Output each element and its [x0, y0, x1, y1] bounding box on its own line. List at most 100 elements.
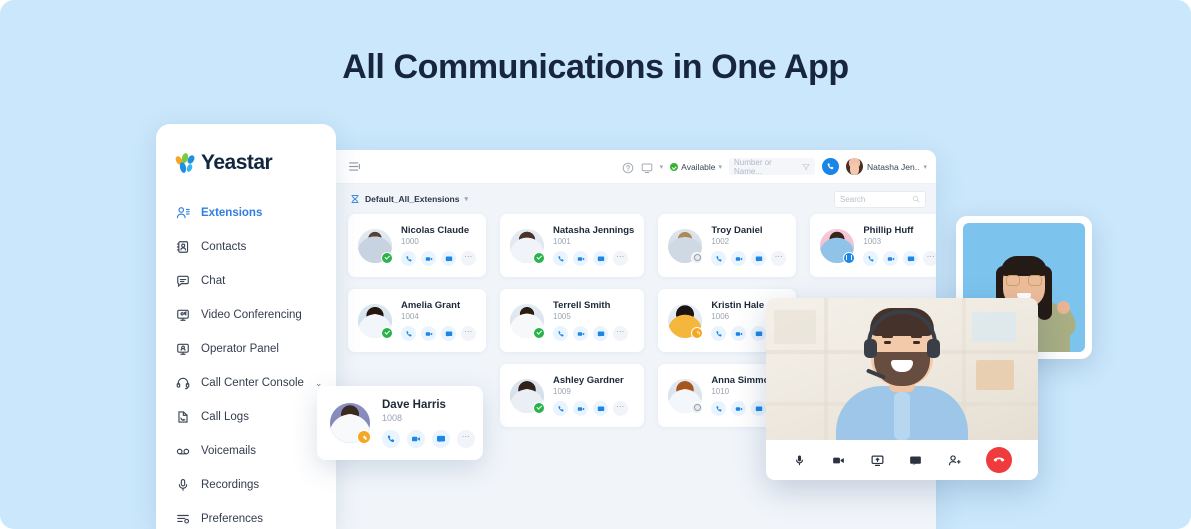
video-button[interactable]: [883, 251, 899, 266]
contact-extension: 1002: [711, 237, 730, 246]
table-row[interactable]: Ashley Gardner 1009 ⋯: [500, 364, 645, 427]
sidebar-item-label: Video Conferencing: [201, 309, 302, 321]
table-row[interactable]: Phillip Huff 1003 ⋯: [810, 214, 936, 277]
call-button[interactable]: [382, 429, 400, 448]
avatar: [330, 403, 371, 444]
toggle-camera-button[interactable]: [831, 453, 846, 468]
floating-contact-card[interactable]: Dave Harris 1008 ⋯: [317, 386, 483, 460]
call-button[interactable]: [863, 251, 879, 266]
video-call-window: [766, 298, 1038, 480]
search-input[interactable]: Number or Name...: [729, 158, 816, 176]
end-call-button[interactable]: [986, 447, 1013, 473]
filter-icon[interactable]: [801, 163, 811, 171]
monitor-icon[interactable]: [641, 161, 653, 173]
more-button[interactable]: ⋯: [613, 251, 628, 266]
contact-extension: 1005: [553, 312, 571, 321]
video-button[interactable]: [731, 401, 747, 416]
sidebar-item-operator-panel[interactable]: Operator Panel: [156, 332, 336, 366]
hamburger-icon[interactable]: [348, 160, 361, 173]
table-row[interactable]: Nicolas Claude 1000 ⋯: [348, 214, 486, 277]
status-badge: [843, 251, 856, 264]
avatar: [358, 228, 393, 264]
video-button[interactable]: [573, 251, 588, 266]
contacts-icon: [176, 240, 190, 254]
chat-button[interactable]: [751, 326, 767, 341]
sidebar-item-chat[interactable]: Chat: [156, 264, 336, 298]
avatar: [510, 378, 545, 414]
more-button[interactable]: ⋯: [613, 326, 628, 341]
contact-extension: 1000: [401, 237, 419, 246]
call-button[interactable]: [553, 326, 568, 341]
call-button[interactable]: [553, 401, 568, 416]
extension-group-label: Default_All_Extensions: [365, 194, 460, 204]
user-menu[interactable]: Natasha Jen.. ▾: [846, 158, 927, 175]
chat-button[interactable]: [441, 251, 456, 266]
table-row[interactable]: Troy Daniel 1002 ⋯: [658, 214, 797, 277]
chevron-down-icon: ▾: [464, 196, 468, 203]
chat-button[interactable]: [441, 326, 456, 341]
contact-name: Terrell Smith: [553, 300, 611, 311]
status-selector[interactable]: Available ▾: [670, 162, 722, 172]
video-conferencing-icon: [176, 308, 190, 322]
sidebar-item-voicemails[interactable]: Voicemails: [156, 434, 336, 468]
headset-icon: [176, 376, 190, 390]
sidebar-item-contacts[interactable]: Contacts: [156, 230, 336, 264]
chat-button[interactable]: [751, 251, 767, 266]
help-circle-icon[interactable]: [622, 161, 634, 173]
more-button[interactable]: ⋯: [461, 251, 476, 266]
chevron-down-icon[interactable]: ▾: [660, 163, 664, 171]
sidebar-item-extensions[interactable]: Extensions: [156, 196, 336, 230]
call-button[interactable]: [401, 326, 416, 341]
contact-actions: ⋯: [711, 251, 787, 266]
video-button[interactable]: [731, 251, 747, 266]
contact-name: Troy Daniel: [711, 225, 763, 236]
sidebar-item-video-conferencing[interactable]: Video Conferencing: [156, 298, 336, 332]
call-button[interactable]: [711, 401, 727, 416]
more-button[interactable]: ⋯: [457, 429, 475, 448]
more-button[interactable]: ⋯: [923, 251, 936, 266]
more-button[interactable]: ⋯: [613, 401, 628, 416]
call-button[interactable]: [711, 251, 727, 266]
call-button[interactable]: [553, 251, 568, 266]
chat-button[interactable]: [593, 251, 608, 266]
contact-extension: 1008: [382, 412, 403, 423]
chat-button[interactable]: [593, 326, 608, 341]
more-button[interactable]: ⋯: [771, 251, 787, 266]
preferences-icon: [176, 512, 190, 526]
contact-extension: 1004: [401, 312, 419, 321]
video-button[interactable]: [421, 326, 436, 341]
table-row[interactable]: Amelia Grant 1004 ⋯: [348, 289, 486, 352]
dial-button[interactable]: [822, 158, 840, 175]
sidebar-item-call-center-console[interactable]: Call Center Console ⌄: [156, 366, 336, 400]
chat-button[interactable]: [751, 401, 767, 416]
video-button[interactable]: [573, 326, 588, 341]
participants-button[interactable]: [947, 453, 962, 468]
sidebar-item-label: Preferences: [201, 513, 264, 525]
video-feed[interactable]: [766, 298, 1038, 440]
share-screen-button[interactable]: [870, 453, 885, 468]
call-button[interactable]: [711, 326, 727, 341]
table-row[interactable]: Natasha Jennings 1001 ⋯: [500, 214, 645, 277]
chat-button[interactable]: [593, 401, 608, 416]
chat-button[interactable]: [903, 251, 919, 266]
chat-button[interactable]: [908, 453, 923, 468]
brand-name: Yeastar: [201, 151, 273, 174]
video-button[interactable]: [421, 251, 436, 266]
call-button[interactable]: [401, 251, 416, 266]
extension-group-selector[interactable]: Default_All_Extensions ▾: [350, 194, 468, 204]
status-badge: [533, 326, 545, 339]
mute-mic-button[interactable]: [792, 453, 807, 468]
sidebar-item-label: Call Center Console: [201, 377, 304, 389]
sidebar-item-recordings[interactable]: Recordings: [156, 468, 336, 502]
sidebar-item-preferences[interactable]: Preferences: [156, 502, 336, 529]
chat-button[interactable]: [432, 429, 450, 448]
extensions-search-input[interactable]: Search: [834, 190, 926, 208]
contact-actions: ⋯: [401, 251, 476, 266]
sidebar-item-call-logs[interactable]: Call Logs: [156, 400, 336, 434]
video-button[interactable]: [573, 401, 588, 416]
video-button[interactable]: [407, 429, 425, 448]
table-row[interactable]: Terrell Smith 1005 ⋯: [500, 289, 645, 352]
contact-extension: 1003: [863, 237, 882, 246]
more-button[interactable]: ⋯: [461, 326, 476, 341]
video-button[interactable]: [731, 326, 747, 341]
